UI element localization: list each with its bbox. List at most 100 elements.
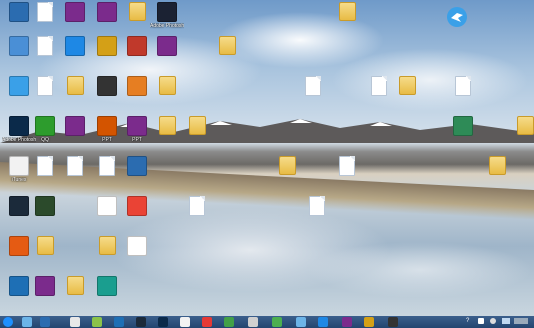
desktop-icon[interactable] bbox=[90, 236, 124, 256]
application-icon bbox=[157, 36, 177, 56]
folder-icon bbox=[66, 76, 84, 95]
taskbar-app-icon[interactable] bbox=[296, 317, 306, 327]
desktop-icon[interactable]: PPT bbox=[120, 116, 154, 143]
taskbar-app-icon[interactable] bbox=[70, 317, 80, 327]
desktop-icon[interactable] bbox=[390, 76, 424, 96]
desktop-icon[interactable] bbox=[58, 156, 92, 177]
taskbar-app-icon[interactable] bbox=[22, 317, 32, 327]
application-icon bbox=[97, 36, 117, 56]
desktop-icon[interactable] bbox=[150, 76, 184, 96]
document-icon bbox=[37, 156, 53, 176]
desktop-icon[interactable] bbox=[150, 36, 184, 57]
desktop-icon[interactable] bbox=[120, 36, 154, 57]
application-icon bbox=[9, 116, 29, 136]
desktop-icon[interactable] bbox=[120, 2, 154, 22]
application-icon bbox=[127, 156, 147, 176]
application-icon bbox=[127, 36, 147, 56]
taskbar-app-icon[interactable] bbox=[40, 317, 50, 327]
document-icon bbox=[305, 76, 321, 96]
taskbar-app-icon[interactable] bbox=[248, 317, 258, 327]
desktop-icon[interactable] bbox=[120, 156, 154, 177]
desktop-icon[interactable] bbox=[300, 196, 334, 217]
desktop-icon[interactable] bbox=[120, 76, 154, 97]
desktop-icon[interactable] bbox=[28, 236, 62, 256]
taskbar-app-icon[interactable] bbox=[158, 317, 168, 327]
desktop-icon[interactable]: PPT bbox=[90, 116, 124, 143]
desktop-icon[interactable] bbox=[296, 76, 330, 97]
desktop-icon[interactable] bbox=[446, 76, 480, 97]
taskbar-app-icon[interactable] bbox=[202, 317, 212, 327]
network-icon[interactable] bbox=[478, 318, 484, 324]
application-icon bbox=[97, 76, 117, 96]
folder-icon bbox=[128, 2, 146, 21]
desktop-icon[interactable] bbox=[28, 36, 62, 57]
desktop-icon[interactable] bbox=[90, 36, 124, 57]
desktop-icon-label: Adobe Photosh... bbox=[150, 23, 184, 29]
desktop-icon[interactable] bbox=[330, 156, 364, 177]
desktop-icon[interactable] bbox=[446, 116, 480, 137]
taskbar-app-icon[interactable] bbox=[224, 317, 234, 327]
desktop-icon[interactable] bbox=[90, 196, 124, 217]
desktop-icon[interactable] bbox=[90, 276, 124, 297]
desktop-icon[interactable]: QQ bbox=[28, 116, 62, 143]
clock[interactable] bbox=[514, 318, 528, 324]
help-icon[interactable]: ? bbox=[466, 318, 469, 324]
desktop-icon[interactable] bbox=[90, 156, 124, 177]
bird-icon[interactable] bbox=[445, 6, 469, 28]
taskbar-app-icon[interactable] bbox=[342, 317, 352, 327]
document-icon bbox=[371, 76, 387, 96]
desktop-icon[interactable] bbox=[58, 76, 92, 96]
desktop-icon[interactable] bbox=[480, 156, 514, 176]
desktop-icon[interactable] bbox=[58, 36, 92, 57]
taskbar-app-icon[interactable] bbox=[388, 317, 398, 327]
desktop-icon[interactable] bbox=[90, 2, 124, 23]
taskbar-app-icon[interactable] bbox=[318, 317, 328, 327]
desktop-icon[interactable] bbox=[58, 276, 92, 296]
taskbar-app-icon[interactable] bbox=[114, 317, 124, 327]
taskbar-app-icon[interactable] bbox=[180, 317, 190, 327]
application-icon bbox=[9, 156, 29, 176]
desktop-icon[interactable] bbox=[28, 196, 62, 217]
desktop-icon[interactable] bbox=[58, 116, 92, 137]
desktop-icon[interactable] bbox=[508, 116, 534, 136]
desktop-icon[interactable] bbox=[28, 2, 62, 23]
taskbar-app-icon[interactable] bbox=[364, 317, 374, 327]
desktop-icon[interactable] bbox=[180, 116, 214, 136]
taskbar: ? bbox=[0, 316, 534, 328]
desktop-icon[interactable] bbox=[120, 196, 154, 217]
application-icon bbox=[9, 2, 29, 22]
desktop-icon[interactable] bbox=[150, 116, 184, 136]
application-icon bbox=[127, 196, 147, 216]
application-icon bbox=[453, 116, 473, 136]
language-icon[interactable] bbox=[502, 318, 510, 324]
taskbar-app-icon[interactable] bbox=[272, 317, 282, 327]
desktop-icon[interactable] bbox=[58, 2, 92, 23]
desktop-icon[interactable] bbox=[28, 156, 62, 177]
application-icon bbox=[127, 236, 147, 256]
taskbar-app-icon[interactable] bbox=[92, 317, 102, 327]
desktop-icon[interactable] bbox=[180, 196, 214, 217]
folder-icon bbox=[488, 156, 506, 175]
desktop-icon[interactable] bbox=[28, 76, 62, 97]
desktop-icon[interactable] bbox=[330, 2, 364, 22]
application-icon bbox=[97, 116, 117, 136]
application-icon bbox=[35, 196, 55, 216]
document-icon bbox=[37, 36, 53, 56]
application-icon bbox=[65, 36, 85, 56]
folder-icon bbox=[98, 236, 116, 255]
start-button[interactable] bbox=[3, 317, 13, 327]
taskbar-app-icon[interactable] bbox=[136, 317, 146, 327]
desktop-icon[interactable]: Adobe Photosh... bbox=[150, 2, 184, 29]
application-icon bbox=[127, 76, 147, 96]
application-icon bbox=[65, 2, 85, 22]
desktop-icon[interactable] bbox=[28, 276, 62, 297]
desktop-icon[interactable] bbox=[270, 156, 304, 176]
desktop-icon[interactable] bbox=[90, 76, 124, 97]
application-icon bbox=[35, 116, 55, 136]
desktop-icon[interactable] bbox=[210, 36, 244, 56]
document-icon bbox=[309, 196, 325, 216]
volume-icon[interactable] bbox=[490, 318, 496, 324]
desktop-icon[interactable] bbox=[120, 236, 154, 257]
application-icon bbox=[9, 196, 29, 216]
folder-icon bbox=[398, 76, 416, 95]
